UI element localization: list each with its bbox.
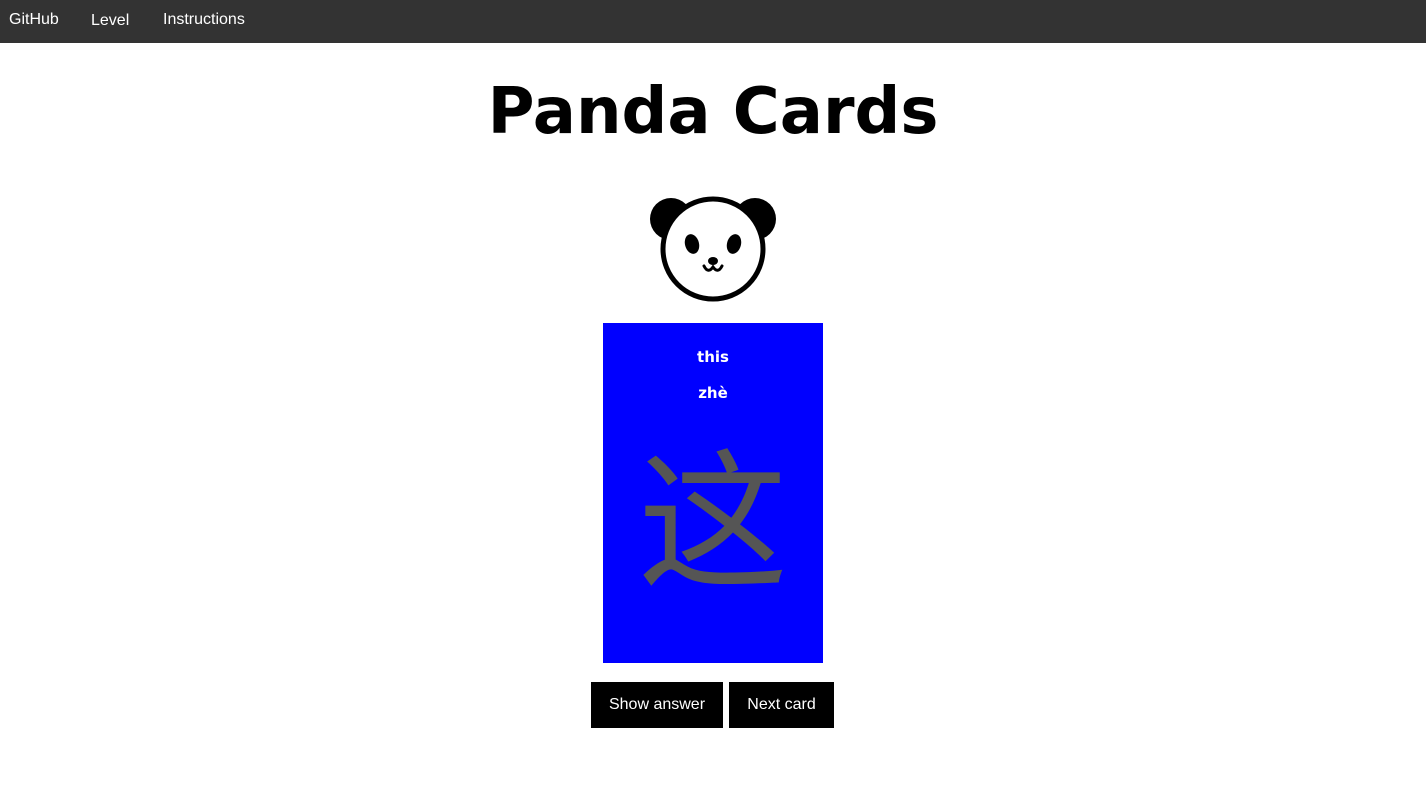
next-card-button[interactable]: Next card xyxy=(729,682,834,728)
panda-face-icon xyxy=(650,196,776,302)
nav-link-instructions[interactable]: Instructions xyxy=(163,11,245,29)
top-navbar: GitHub Level Instructions xyxy=(0,0,1426,43)
card-character: 这 xyxy=(637,437,788,611)
page-title: Panda Cards xyxy=(487,75,939,149)
flash-card[interactable]: this zhè 这 xyxy=(603,323,823,663)
card-pinyin: zhè xyxy=(698,384,728,402)
show-answer-button[interactable]: Show answer xyxy=(591,682,723,728)
card-english: this xyxy=(697,348,729,366)
nav-link-level[interactable]: Level xyxy=(91,12,129,30)
nav-link-github[interactable]: GitHub xyxy=(9,11,59,29)
